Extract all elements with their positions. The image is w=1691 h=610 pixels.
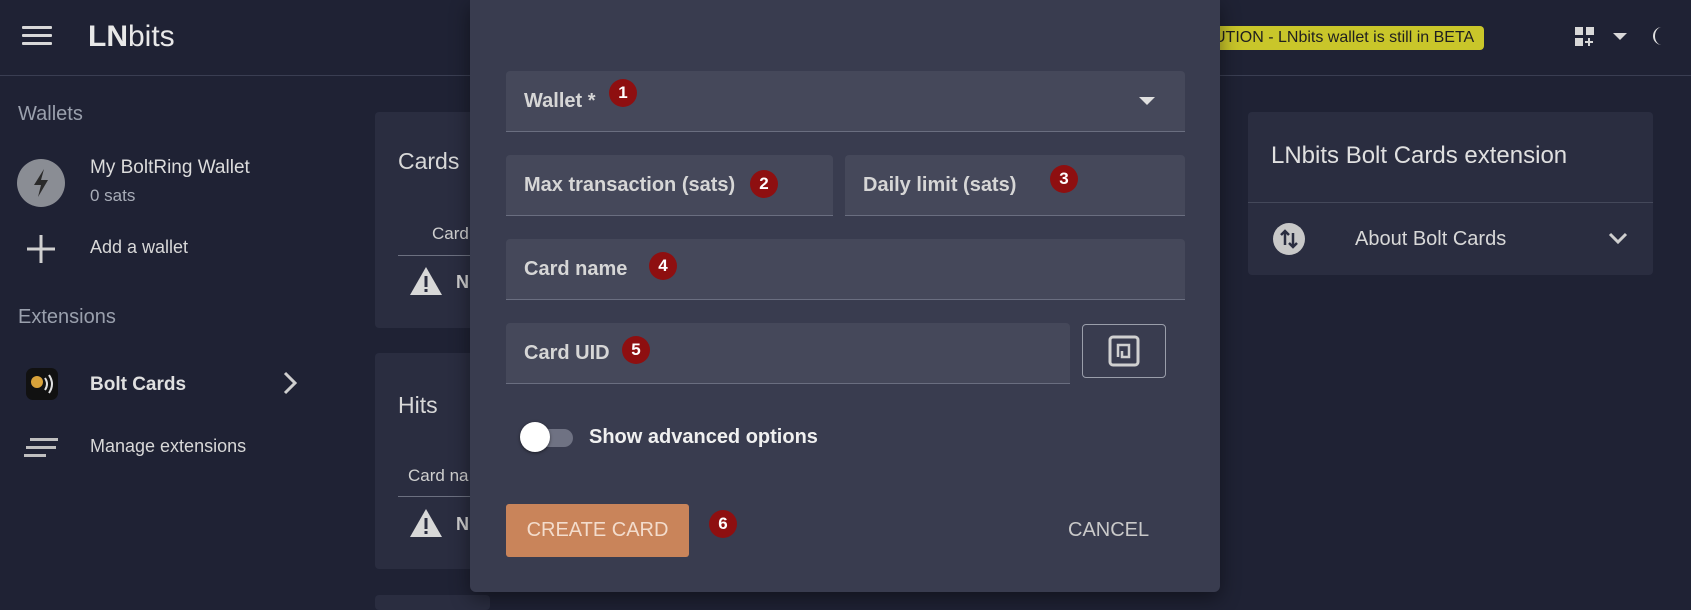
step-marker: 6 (709, 510, 737, 538)
card-name-label: Card name (524, 258, 628, 280)
bolt-cards-extension-icon[interactable] (26, 368, 58, 400)
nfc-scan-button[interactable] (1082, 324, 1166, 378)
divider (398, 255, 470, 256)
toggle-knob[interactable] (520, 422, 550, 452)
hits-title: Hits (398, 392, 438, 418)
caret-icon[interactable] (1613, 33, 1627, 40)
menu-icon[interactable] (22, 26, 52, 46)
manage-extensions-link[interactable]: Manage extensions (90, 436, 246, 457)
extra-panel (375, 595, 490, 610)
chevron-down-icon[interactable] (1608, 230, 1628, 246)
app-brand[interactable]: LNbits (88, 20, 175, 54)
chevron-right-icon[interactable] (282, 371, 298, 395)
wallet-select[interactable] (506, 71, 1185, 132)
info-panel-title: LNbits Bolt Cards extension (1271, 142, 1568, 169)
advanced-options-label[interactable]: Show advanced options (589, 426, 818, 449)
divider (398, 496, 470, 497)
dropdown-arrow-icon[interactable] (1139, 97, 1155, 105)
add-wallet-link[interactable]: Add a wallet (90, 237, 188, 258)
wallet-select-label: Wallet * (524, 90, 596, 112)
wallets-heading: Wallets (18, 103, 83, 125)
step-marker: 2 (750, 170, 778, 198)
nfc-icon (1108, 335, 1140, 367)
cancel-button[interactable]: CANCEL (1068, 519, 1149, 542)
bolt-icon (34, 169, 48, 197)
sidebar-item-bolt-cards[interactable]: Bolt Cards (90, 374, 186, 396)
cards-title: Cards (398, 148, 460, 174)
cards-column-header: Card (432, 224, 469, 243)
moon-icon[interactable] (1650, 25, 1672, 47)
swap-icon (1273, 223, 1305, 255)
step-marker: 5 (622, 336, 650, 364)
daily-limit-label: Daily limit (sats) (863, 174, 1017, 196)
plus-icon[interactable] (26, 234, 56, 264)
warning-icon (410, 509, 442, 537)
manage-icon[interactable] (24, 436, 60, 460)
step-marker: 1 (609, 79, 637, 107)
cards-empty-text: N (456, 272, 469, 292)
max-transaction-label: Max transaction (sats) (524, 174, 736, 196)
beta-banner: UTION - LNbits wallet is still in BETA (1212, 26, 1485, 50)
card-uid-label: Card UID (524, 342, 610, 364)
step-marker: 4 (649, 252, 677, 280)
hits-empty-text: N (456, 514, 469, 534)
warning-icon (410, 267, 442, 295)
hits-column-header: Card na (408, 466, 469, 485)
wallet-name[interactable]: My BoltRing Wallet (90, 157, 250, 179)
step-marker: 3 (1050, 165, 1078, 193)
create-card-button[interactable]: CREATE CARD (506, 504, 689, 557)
grid-icon[interactable] (1575, 27, 1595, 47)
wallet-balance: 0 sats (90, 186, 136, 205)
extensions-heading: Extensions (18, 306, 116, 328)
wallet-avatar[interactable] (17, 159, 65, 207)
about-bolt-cards-expander[interactable]: About Bolt Cards (1355, 228, 1506, 251)
divider (1248, 202, 1653, 203)
